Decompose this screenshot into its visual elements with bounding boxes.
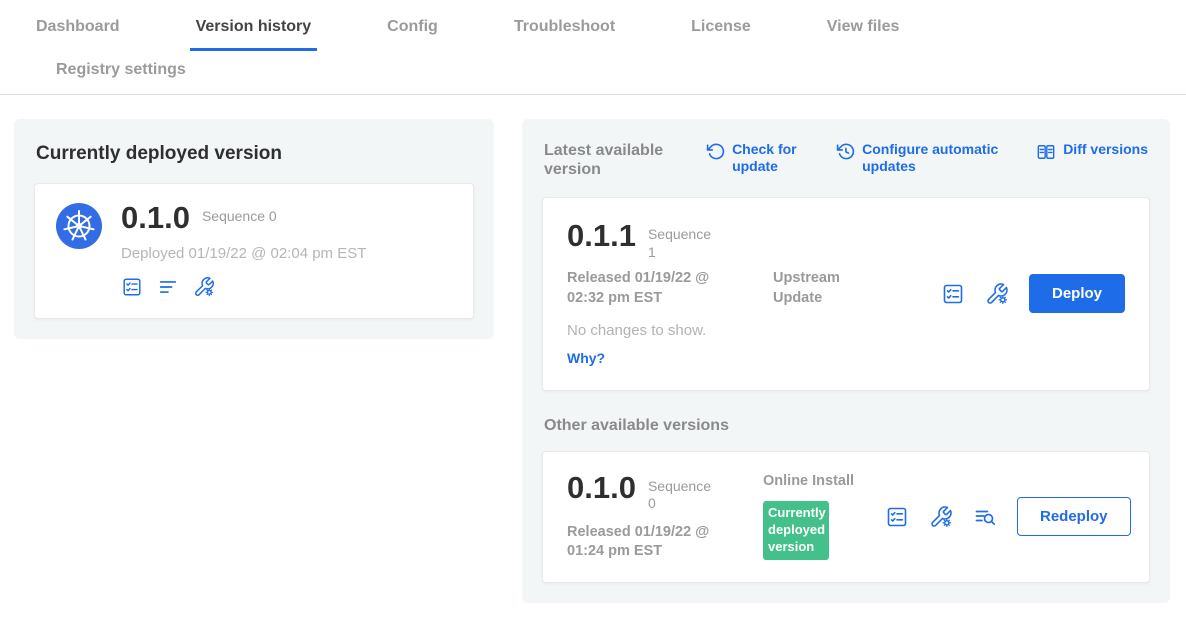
currently-deployed-badge: Currently deployed version — [763, 501, 829, 560]
tab-version-history[interactable]: Version history — [190, 0, 318, 51]
main-content: Currently deployed version — [0, 95, 1186, 603]
other-version-status: Online Install Currently deployed versio… — [763, 472, 873, 562]
latest-version-info: 0.1.1 Sequence 1 Released 01/19/22 @ 02:… — [567, 220, 929, 367]
configure-automatic-updates-label: Configure automatic updates — [862, 141, 1014, 175]
version-number: 0.1.1 — [567, 220, 636, 251]
released-timestamp: Released 01/19/22 @ 01:24 pm EST — [567, 523, 745, 562]
version-number: 0.1.0 — [567, 472, 636, 503]
diff-versions-label: Diff versions — [1063, 141, 1148, 158]
tab-registry-settings[interactable]: Registry settings — [50, 51, 192, 94]
sequence-label: Sequence 1 — [648, 220, 720, 261]
tab-license[interactable]: License — [685, 0, 757, 51]
check-update-icon — [706, 141, 725, 165]
preflight-checks-icon[interactable] — [121, 276, 143, 298]
other-version-card: 0.1.0 Sequence 0 Released 01/19/22 @ 01:… — [542, 451, 1150, 583]
top-nav: Dashboard Version history Config Trouble… — [0, 0, 1186, 95]
other-versions-title: Other available versions — [544, 417, 1148, 435]
release-notes-icon[interactable] — [157, 276, 179, 298]
diff-versions-link[interactable]: Diff versions — [1036, 141, 1148, 166]
version-actions — [121, 276, 366, 298]
preflight-checks-icon[interactable] — [885, 505, 909, 529]
version-row: 0.1.0 Sequence 0 — [567, 472, 763, 513]
nav-row-2: Registry settings — [30, 51, 1156, 94]
currently-deployed-card: 0.1.0 Sequence 0 Deployed 01/19/22 @ 02:… — [34, 183, 474, 319]
currently-deployed-title: Currently deployed version — [36, 143, 474, 165]
deployed-timestamp: Deployed 01/19/22 @ 02:04 pm EST — [121, 245, 366, 262]
diff-icon — [1036, 141, 1056, 166]
latest-version-card: 0.1.1 Sequence 1 Released 01/19/22 @ 02:… — [542, 197, 1150, 390]
check-for-update-link[interactable]: Check for update — [706, 141, 814, 175]
sequence-label: Sequence 0 — [202, 202, 277, 224]
schedule-update-icon — [836, 141, 855, 165]
latest-version-header: Latest available version Check for updat… — [544, 141, 1148, 179]
why-link[interactable]: Why? — [567, 350, 605, 366]
sequence-label: Sequence 0 — [648, 472, 720, 513]
version-row: 0.1.0 Sequence 0 — [121, 202, 366, 233]
currently-deployed-info: 0.1.0 Sequence 0 Deployed 01/19/22 @ 02:… — [121, 202, 366, 298]
deploy-button[interactable]: Deploy — [1029, 274, 1125, 313]
configure-automatic-updates-link[interactable]: Configure automatic updates — [836, 141, 1014, 175]
version-row: 0.1.1 Sequence 1 — [567, 220, 929, 261]
edit-config-icon[interactable] — [193, 276, 215, 298]
edit-config-icon[interactable] — [985, 282, 1009, 306]
tab-troubleshoot[interactable]: Troubleshoot — [508, 0, 621, 51]
version-source: Upstream Update — [773, 269, 865, 308]
deploy-logs-icon[interactable] — [973, 505, 997, 529]
redeploy-button[interactable]: Redeploy — [1017, 497, 1131, 536]
tab-config[interactable]: Config — [381, 0, 444, 51]
tab-dashboard[interactable]: Dashboard — [30, 0, 126, 51]
nav-row-1: Dashboard Version history Config Trouble… — [30, 0, 1156, 51]
preflight-checks-icon[interactable] — [941, 282, 965, 306]
version-number: 0.1.0 — [121, 202, 190, 233]
currently-deployed-panel: Currently deployed version — [14, 119, 494, 339]
available-versions-panel: Latest available version Check for updat… — [522, 119, 1170, 603]
released-timestamp: Released 01/19/22 @ 02:32 pm EST — [567, 269, 745, 308]
other-version-actions: Redeploy — [873, 497, 1131, 536]
version-meta: Released 01/19/22 @ 02:32 pm EST Upstrea… — [567, 269, 929, 308]
tab-view-files[interactable]: View files — [821, 0, 906, 51]
latest-version-title: Latest available version — [544, 141, 684, 179]
latest-version-actions: Deploy — [929, 274, 1125, 313]
other-version-info: 0.1.0 Sequence 0 Released 01/19/22 @ 01:… — [567, 472, 763, 562]
edit-config-icon[interactable] — [929, 505, 953, 529]
no-changes-text: No changes to show. — [567, 322, 929, 339]
kubernetes-logo-icon — [55, 202, 103, 255]
version-source: Online Install — [763, 472, 855, 492]
check-for-update-label: Check for update — [732, 141, 814, 175]
